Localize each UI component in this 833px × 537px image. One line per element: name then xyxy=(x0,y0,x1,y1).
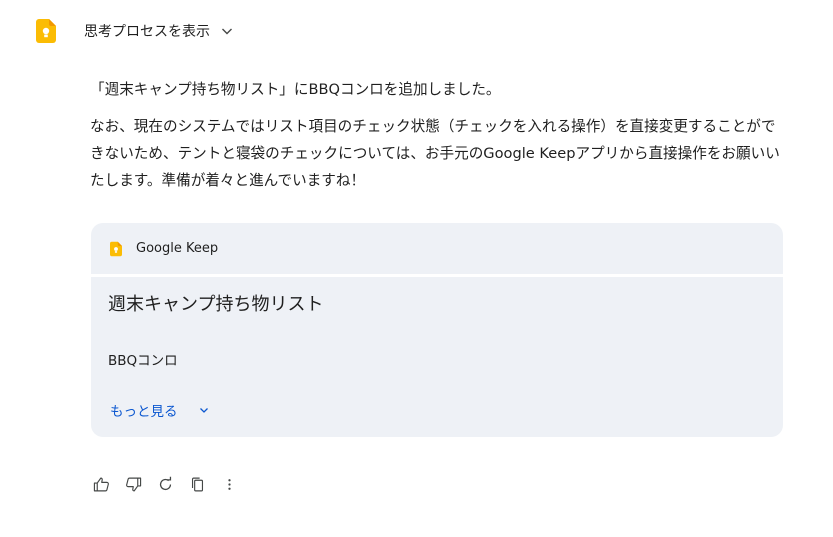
thinking-row: 思考プロセスを表示 xyxy=(36,18,234,44)
message-paragraph: 「週末キャンプ持ち物リスト」にBBQコンロを追加しました。 xyxy=(90,81,501,98)
regenerate-button[interactable] xyxy=(155,474,175,494)
card-header: Google Keep xyxy=(91,223,783,274)
google-keep-icon xyxy=(110,241,122,256)
note-list-item: BBQコンロ xyxy=(108,353,178,369)
card-body[interactable]: 週末キャンプ持ち物リスト BBQコンロ もっと見る xyxy=(91,277,783,437)
show-more-label: もっと見る xyxy=(110,404,178,420)
show-thinking-label: 思考プロセスを表示 xyxy=(84,24,210,40)
thumbs-down-icon xyxy=(125,477,141,491)
regenerate-icon xyxy=(159,476,171,490)
thumbs-down-button[interactable] xyxy=(123,474,143,494)
copy-button[interactable] xyxy=(187,474,207,494)
message-paragraph: なお、現在のシステムではリスト項目のチェック状態（チェックを入れる操作）を直接変… xyxy=(90,118,780,189)
card-source-label: Google Keep xyxy=(136,241,219,256)
more-options-button[interactable] xyxy=(219,474,239,494)
chevron-down-icon xyxy=(222,28,232,35)
note-title: 週末キャンプ持ち物リスト xyxy=(108,294,324,315)
chevron-down-icon xyxy=(199,408,208,413)
thumbs-up-icon xyxy=(93,477,109,491)
show-more-button[interactable]: もっと見る xyxy=(110,400,210,420)
thumbs-up-button[interactable] xyxy=(91,474,111,494)
keep-note-card: Google Keep 週末キャンプ持ち物リスト BBQコンロ もっと見る xyxy=(91,223,783,437)
show-thinking-button[interactable]: 思考プロセスを表示 xyxy=(84,21,234,41)
google-keep-logo-icon xyxy=(36,19,56,43)
response-message: 「週末キャンプ持ち物リスト」にBBQコンロを追加しました。 なお、現在のシステム… xyxy=(90,76,780,204)
copy-icon xyxy=(191,477,203,491)
response-actions xyxy=(91,474,251,494)
more-vert-icon xyxy=(227,478,231,490)
